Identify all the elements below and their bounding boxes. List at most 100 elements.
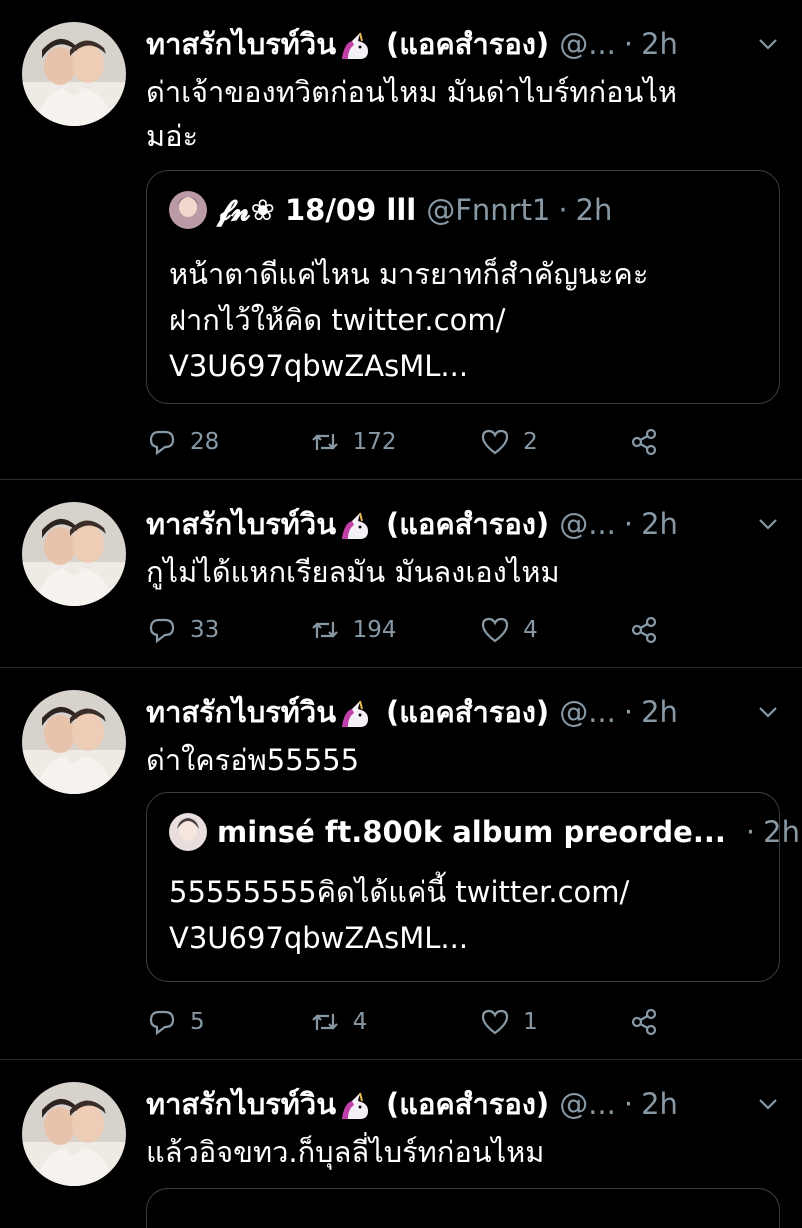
tweet-text-line: มอ่ะ bbox=[146, 119, 199, 153]
heart-icon bbox=[481, 617, 509, 643]
name-suffix: (แอคสำรอง) bbox=[386, 695, 550, 729]
tweet[interactable]: ทาสรักไบรท์วิน (แอคสำรอง) @... · 2h แล้ว… bbox=[0, 1060, 802, 1228]
tweet[interactable]: ทาสรักไบรท์วิน (แอคสำรอง) @... · 2h กูไม… bbox=[0, 480, 802, 668]
separator-dot: · bbox=[623, 27, 634, 61]
like-button[interactable]: 2 bbox=[479, 426, 628, 458]
display-name[interactable]: ทาสรักไบรท์วิน bbox=[146, 1081, 336, 1127]
avatar[interactable] bbox=[22, 22, 126, 126]
avatar[interactable] bbox=[22, 502, 126, 606]
tweet-actions: 5 4 1 bbox=[146, 1002, 672, 1042]
retweet-icon bbox=[311, 1014, 338, 1030]
quoted-tweet-text: 55555555คิดได้แค่นี้ twitter.com/ V3U697… bbox=[169, 869, 759, 961]
heart-icon bbox=[481, 429, 509, 455]
tweet-text-line: ด่าเจ้าของทวิตก่อนไหม มันด่าไบร์ทก่อนไห bbox=[146, 75, 678, 109]
quoted-tweet[interactable] bbox=[146, 1188, 780, 1228]
like-count: 1 bbox=[523, 1009, 538, 1035]
reply-icon bbox=[149, 430, 175, 456]
timestamp[interactable]: 2h bbox=[641, 695, 678, 729]
tweet-text: ด่าใครอ่พ55555 bbox=[146, 738, 778, 782]
reply-button[interactable]: 5 bbox=[146, 1006, 309, 1038]
display-name[interactable]: ทาสรักไบรท์วิน bbox=[146, 21, 336, 67]
quoted-avatar bbox=[169, 191, 207, 229]
tweet-text-line: แล้วอิจขทว.ก็บุลลี่ไบร์ทก่อนไหม bbox=[146, 1135, 545, 1169]
quoted-text-line: V3U697qbwZAsML... bbox=[169, 349, 469, 383]
like-button[interactable]: 1 bbox=[479, 1006, 628, 1038]
tweet-text: ด่าเจ้าของทวิตก่อนไหม มันด่าไบร์ทก่อนไห … bbox=[146, 70, 778, 158]
share-icon bbox=[631, 1008, 657, 1036]
display-name[interactable]: ทาสรักไบรท์วิน bbox=[146, 501, 336, 547]
reply-button[interactable]: 28 bbox=[146, 426, 309, 458]
retweet-button[interactable]: 172 bbox=[309, 426, 479, 458]
timestamp[interactable]: 2h bbox=[641, 27, 678, 61]
reply-button[interactable]: 33 bbox=[146, 614, 309, 646]
quoted-tweet[interactable]: 𝓯𝓷❀ 18/09 lll @Fnnrt1 · 2h หน้าตาดีแค่ไห… bbox=[146, 170, 780, 404]
handle: @... bbox=[559, 507, 616, 541]
quoted-display-name: 𝓯𝓷❀ 18/09 lll bbox=[217, 192, 417, 227]
share-icon bbox=[631, 616, 657, 644]
chevron-down-icon[interactable] bbox=[754, 1090, 782, 1118]
chevron-down-icon[interactable] bbox=[754, 30, 782, 58]
tweet[interactable]: ทาสรักไบรท์วิน (แอคสำรอง) @... · 2h ด่าใ… bbox=[0, 668, 802, 1060]
tweet-text-line: กูไม่ได้แหกเรียลมัน มันลงเองไหม bbox=[146, 555, 560, 589]
unicorn-icon bbox=[338, 699, 372, 729]
quoted-tweet[interactable]: minsé ft.800k album preorde... · 2h 5555… bbox=[146, 792, 800, 982]
avatar[interactable] bbox=[22, 690, 126, 794]
retweet-button[interactable]: 4 bbox=[309, 1006, 479, 1038]
tweet-header: ทาสรักไบรท์วิน (แอคสำรอง) @... · 2h bbox=[146, 1082, 782, 1126]
quoted-tweet-text: หน้าตาดีแค่ไหน มารยาทก็สำคัญนะคะ ฝากไว้ใ… bbox=[169, 251, 759, 389]
separator-dot: · bbox=[745, 815, 756, 849]
handle: @... bbox=[559, 1087, 616, 1121]
timestamp[interactable]: 2h bbox=[641, 1087, 678, 1121]
separator-dot: · bbox=[558, 193, 568, 227]
retweet-count: 172 bbox=[352, 429, 397, 455]
avatar[interactable] bbox=[22, 1082, 126, 1186]
like-count: 2 bbox=[523, 429, 538, 455]
quoted-text-line: 55555555คิดได้แค่นี้ twitter.com/ bbox=[169, 875, 630, 909]
quoted-tweet-header: minsé ft.800k album preorde... · 2h bbox=[169, 813, 800, 851]
unicorn-icon bbox=[338, 511, 372, 541]
like-count: 4 bbox=[523, 617, 538, 643]
tweet-text: แล้วอิจขทว.ก็บุลลี่ไบร์ทก่อนไหม bbox=[146, 1130, 778, 1174]
unicorn-icon bbox=[338, 1091, 372, 1121]
retweet-button[interactable]: 194 bbox=[309, 614, 479, 646]
reply-icon bbox=[149, 1010, 175, 1036]
separator-dot: · bbox=[623, 507, 634, 541]
name-suffix: (แอคสำรอง) bbox=[386, 27, 550, 61]
separator-dot: · bbox=[623, 1087, 634, 1121]
timestamp[interactable]: 2h bbox=[641, 507, 678, 541]
quoted-text-line: V3U697qbwZAsML... bbox=[169, 921, 469, 955]
tweet-header: ทาสรักไบรท์วิน (แอคสำรอง) @... · 2h bbox=[146, 22, 782, 66]
display-name[interactable]: ทาสรักไบรท์วิน bbox=[146, 689, 336, 735]
retweet-icon bbox=[311, 622, 338, 638]
chevron-down-icon[interactable] bbox=[754, 698, 782, 726]
share-button[interactable] bbox=[628, 1006, 672, 1038]
share-button[interactable] bbox=[628, 614, 672, 646]
reply-count: 5 bbox=[190, 1009, 205, 1035]
tweet-text: กูไม่ได้แหกเรียลมัน มันลงเองไหม bbox=[146, 550, 778, 594]
quoted-text-line: หน้าตาดีแค่ไหน มารยาทก็สำคัญนะคะ bbox=[169, 257, 649, 291]
reply-icon bbox=[149, 618, 175, 644]
retweet-count: 194 bbox=[352, 617, 397, 643]
tweet-actions: 33 194 4 bbox=[146, 610, 672, 650]
chevron-down-icon[interactable] bbox=[754, 510, 782, 538]
tweet-header: ทาสรักไบรท์วิน (แอคสำรอง) @... · 2h bbox=[146, 502, 782, 546]
retweet-count: 4 bbox=[352, 1009, 368, 1035]
heart-icon bbox=[481, 1009, 509, 1035]
quoted-display-name: minsé ft.800k album preorde... bbox=[217, 815, 726, 849]
like-button[interactable]: 4 bbox=[479, 614, 628, 646]
tweet[interactable]: ทาสรักไบรท์วิน (แอคสำรอง) @... · 2h ด่าเ… bbox=[0, 0, 802, 480]
quoted-timestamp: 2h bbox=[763, 815, 800, 849]
share-button[interactable] bbox=[628, 426, 672, 458]
quoted-handle: @Fnnrt1 bbox=[426, 193, 551, 227]
quoted-timestamp: 2h bbox=[575, 193, 613, 227]
reply-count: 28 bbox=[190, 429, 220, 455]
quoted-text-line: ฝากไว้ให้คิด twitter.com/ bbox=[169, 303, 506, 337]
handle: @... bbox=[559, 27, 616, 61]
retweet-icon bbox=[311, 434, 338, 450]
quoted-tweet-header: 𝓯𝓷❀ 18/09 lll @Fnnrt1 · 2h bbox=[169, 191, 612, 229]
tweet-text-line: ด่าใครอ่พ55555 bbox=[146, 743, 360, 777]
quoted-avatar bbox=[169, 813, 207, 851]
unicorn-icon bbox=[338, 31, 372, 61]
tweet-header: ทาสรักไบรท์วิน (แอคสำรอง) @... · 2h bbox=[146, 690, 782, 734]
name-suffix: (แอคสำรอง) bbox=[386, 1087, 550, 1121]
